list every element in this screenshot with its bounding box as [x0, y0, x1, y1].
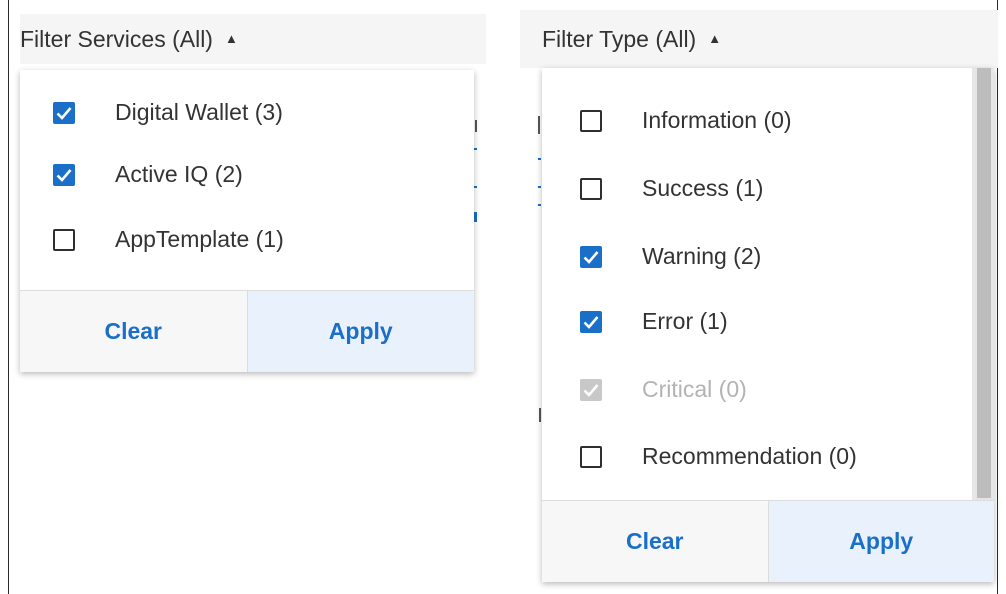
background-fragment — [538, 186, 541, 188]
filter-services-header-label: Filter Services (All) — [20, 25, 213, 52]
checkbox — [580, 378, 602, 401]
background-fragment — [538, 204, 541, 206]
filter-option-success[interactable]: Success (1) — [580, 175, 763, 202]
checkmark-icon — [56, 106, 72, 120]
scrollbar[interactable] — [972, 68, 994, 500]
filter-services-header[interactable]: Filter Services (All) ▲ — [20, 14, 486, 64]
background-fragment — [538, 116, 540, 134]
filter-type-header-label: Filter Type (All) — [542, 25, 697, 52]
filter-option-active-iq[interactable]: Active IQ (2) — [53, 161, 243, 188]
background-fragment — [474, 212, 477, 222]
checkbox[interactable] — [580, 445, 602, 468]
checkmark-icon — [56, 168, 72, 182]
caret-up-icon: ▲ — [224, 30, 238, 46]
filter-option-label: Digital Wallet (3) — [115, 99, 283, 125]
filter-option-label: Recommendation (0) — [642, 443, 857, 469]
checkbox[interactable] — [53, 163, 75, 186]
checkbox[interactable] — [53, 228, 75, 251]
checkbox[interactable] — [53, 101, 75, 124]
filter-option-critical: Critical (0) — [580, 376, 747, 403]
filter-option-recommendation[interactable]: Recommendation (0) — [580, 443, 857, 470]
filter-option-error[interactable]: Error (1) — [580, 308, 728, 335]
checkmark-icon — [583, 383, 599, 397]
scrollbar-thumb[interactable] — [977, 68, 991, 498]
background-fragment — [474, 148, 477, 150]
filter-type-actions: Clear Apply — [542, 500, 994, 582]
checkbox[interactable] — [580, 109, 602, 132]
filter-option-label: Critical (0) — [642, 376, 747, 402]
checkmark-icon — [583, 315, 599, 329]
filter-option-warning[interactable]: Warning (2) — [580, 243, 761, 270]
checkbox[interactable] — [580, 245, 602, 268]
apply-button[interactable]: Apply — [768, 501, 994, 582]
filter-services-actions: Clear Apply — [20, 290, 474, 372]
filter-option-apptemplate[interactable]: AppTemplate (1) — [53, 226, 284, 253]
apply-button[interactable]: Apply — [247, 291, 474, 372]
filter-option-digital-wallet[interactable]: Digital Wallet (3) — [53, 99, 283, 126]
filter-option-information[interactable]: Information (0) — [580, 107, 792, 134]
background-fragment — [475, 120, 477, 132]
filter-option-label: Active IQ (2) — [115, 161, 243, 187]
clear-button[interactable]: Clear — [542, 501, 769, 582]
filter-option-label: Warning (2) — [642, 243, 762, 269]
filter-option-label: Information (0) — [642, 107, 792, 133]
caret-up-icon: ▲ — [708, 30, 722, 46]
checkmark-icon — [583, 250, 599, 264]
background-fragment — [539, 408, 541, 422]
background-fragment — [474, 186, 477, 188]
checkbox[interactable] — [580, 177, 602, 200]
filter-type-header[interactable]: Filter Type (All) ▲ — [520, 10, 998, 68]
filter-type-dropdown: Information (0) Success (1) Warning (2) … — [542, 68, 994, 582]
filter-option-label: Success (1) — [642, 175, 764, 201]
filter-option-label: AppTemplate (1) — [115, 226, 284, 252]
background-fragment — [538, 158, 541, 160]
checkbox[interactable] — [580, 310, 602, 333]
filter-services-dropdown: Digital Wallet (3) Active IQ (2) AppTemp… — [20, 70, 474, 372]
filter-option-label: Error (1) — [642, 308, 728, 334]
clear-button[interactable]: Clear — [20, 291, 248, 372]
